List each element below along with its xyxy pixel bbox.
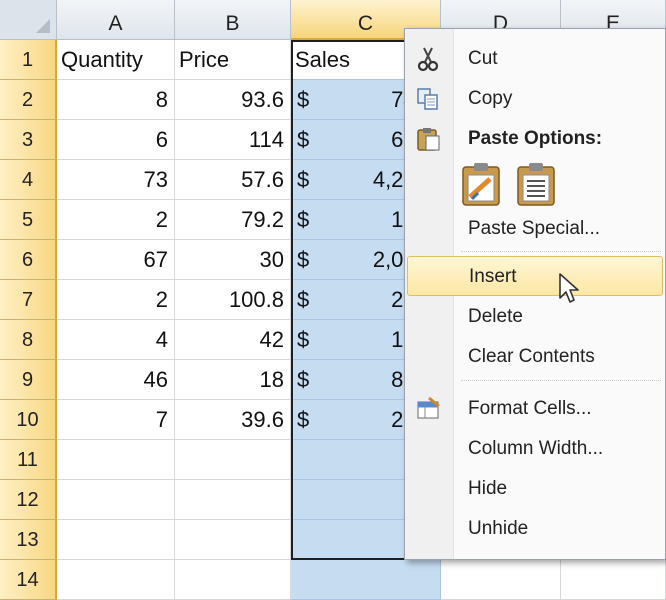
menu-label-copy: Copy	[468, 88, 513, 109]
cell-a[interactable]: 8	[57, 80, 175, 120]
menu-heading-paste-options: Paste Options:	[405, 119, 666, 159]
menu-label-delete: Delete	[468, 306, 523, 327]
cell-a[interactable]: 7	[57, 400, 175, 440]
cell-a[interactable]: 2	[57, 280, 175, 320]
menu-label-insert: Insert	[469, 266, 517, 287]
row-header[interactable]: 14	[0, 560, 57, 600]
cell-e[interactable]	[561, 560, 666, 600]
menu-item-delete[interactable]: Delete	[405, 297, 666, 337]
cell-a[interactable]	[57, 480, 175, 520]
cell-b[interactable]	[175, 560, 291, 600]
row-header[interactable]: 13	[0, 520, 57, 560]
row-header[interactable]: 12	[0, 480, 57, 520]
copy-icon	[417, 88, 438, 110]
cell-b[interactable]: 93.6	[175, 80, 291, 120]
menu-label-paste-special: Paste Special...	[468, 218, 601, 239]
paste-formatting-icon[interactable]	[460, 161, 502, 207]
menu-item-unhide[interactable]: Unhide	[405, 509, 666, 549]
menu-item-clear-contents[interactable]: Clear Contents	[405, 337, 666, 377]
cell-b[interactable]: 114	[175, 120, 291, 160]
cell-b[interactable]	[175, 520, 291, 560]
context-menu: Cut Copy Paste Options: Paste Special...…	[404, 28, 666, 560]
cell-b[interactable]: 30	[175, 240, 291, 280]
cell-a[interactable]	[57, 560, 175, 600]
cell-a[interactable]: Quantity	[57, 40, 175, 80]
menu-label-unhide: Unhide	[468, 518, 529, 539]
cell-b[interactable]: Price	[175, 40, 291, 80]
row-header[interactable]: 5	[0, 200, 57, 240]
format-cells-icon	[417, 396, 440, 419]
menu-label-cut: Cut	[468, 48, 498, 69]
cell-a[interactable]: 2	[57, 200, 175, 240]
cell-b[interactable]: 18	[175, 360, 291, 400]
row-header[interactable]: 8	[0, 320, 57, 360]
cell-b[interactable]: 79.2	[175, 200, 291, 240]
paste-values-icon[interactable]	[515, 161, 557, 207]
menu-item-format-cells[interactable]: Format Cells...	[405, 389, 666, 429]
cell-a[interactable]: 46	[57, 360, 175, 400]
mouse-pointer-icon	[559, 273, 579, 303]
cell-b[interactable]: 100.8	[175, 280, 291, 320]
clipboard-icon	[417, 128, 440, 151]
row-header[interactable]: 11	[0, 440, 57, 480]
cell-a[interactable]: 67	[57, 240, 175, 280]
currency-symbol: $	[297, 87, 310, 112]
cell-d[interactable]	[441, 560, 561, 600]
menu-item-paste-special[interactable]: Paste Special...	[405, 209, 666, 249]
menu-separator	[461, 251, 661, 252]
menu-label-paste-options: Paste Options:	[468, 128, 603, 149]
menu-label-format-cells: Format Cells...	[468, 398, 592, 419]
menu-separator	[461, 380, 661, 381]
column-header-b[interactable]: B	[175, 0, 291, 40]
menu-item-copy[interactable]: Copy	[405, 79, 666, 119]
cell-b[interactable]	[175, 480, 291, 520]
scissors-icon	[417, 47, 439, 72]
cell-a[interactable]: 6	[57, 120, 175, 160]
menu-item-cut[interactable]: Cut	[405, 39, 666, 79]
column-header-a[interactable]: A	[57, 0, 175, 40]
cell-b[interactable]	[175, 440, 291, 480]
cell-a[interactable]	[57, 520, 175, 560]
menu-label-column-width: Column Width...	[468, 438, 604, 459]
cell-c[interactable]	[291, 560, 441, 600]
row-header[interactable]: 3	[0, 120, 57, 160]
currency-symbol: $	[297, 407, 310, 432]
currency-symbol: $	[297, 127, 310, 152]
cell-a[interactable]	[57, 440, 175, 480]
row-header[interactable]: 9	[0, 360, 57, 400]
row-header[interactable]: 4	[0, 160, 57, 200]
menu-label-hide: Hide	[468, 478, 508, 499]
menu-item-insert[interactable]: Insert	[407, 256, 663, 296]
row-header[interactable]: 2	[0, 80, 57, 120]
cell-a[interactable]: 73	[57, 160, 175, 200]
currency-symbol: $	[297, 287, 310, 312]
currency-symbol: $	[297, 207, 310, 232]
row-header[interactable]: 7	[0, 280, 57, 320]
select-all-corner[interactable]	[0, 0, 57, 40]
currency-symbol: $	[297, 367, 310, 392]
row-header[interactable]: 1	[0, 40, 57, 80]
cell-b[interactable]: 57.6	[175, 160, 291, 200]
currency-symbol: $	[297, 327, 310, 352]
cell-a[interactable]: 4	[57, 320, 175, 360]
row-header[interactable]: 6	[0, 240, 57, 280]
row-header[interactable]: 10	[0, 400, 57, 440]
cell-b[interactable]: 39.6	[175, 400, 291, 440]
currency-symbol: $	[297, 167, 310, 192]
menu-label-clear-contents: Clear Contents	[468, 346, 595, 367]
cell-b[interactable]: 42	[175, 320, 291, 360]
currency-symbol: $	[297, 247, 310, 272]
menu-item-hide[interactable]: Hide	[405, 469, 666, 509]
menu-item-column-width[interactable]: Column Width...	[405, 429, 666, 469]
